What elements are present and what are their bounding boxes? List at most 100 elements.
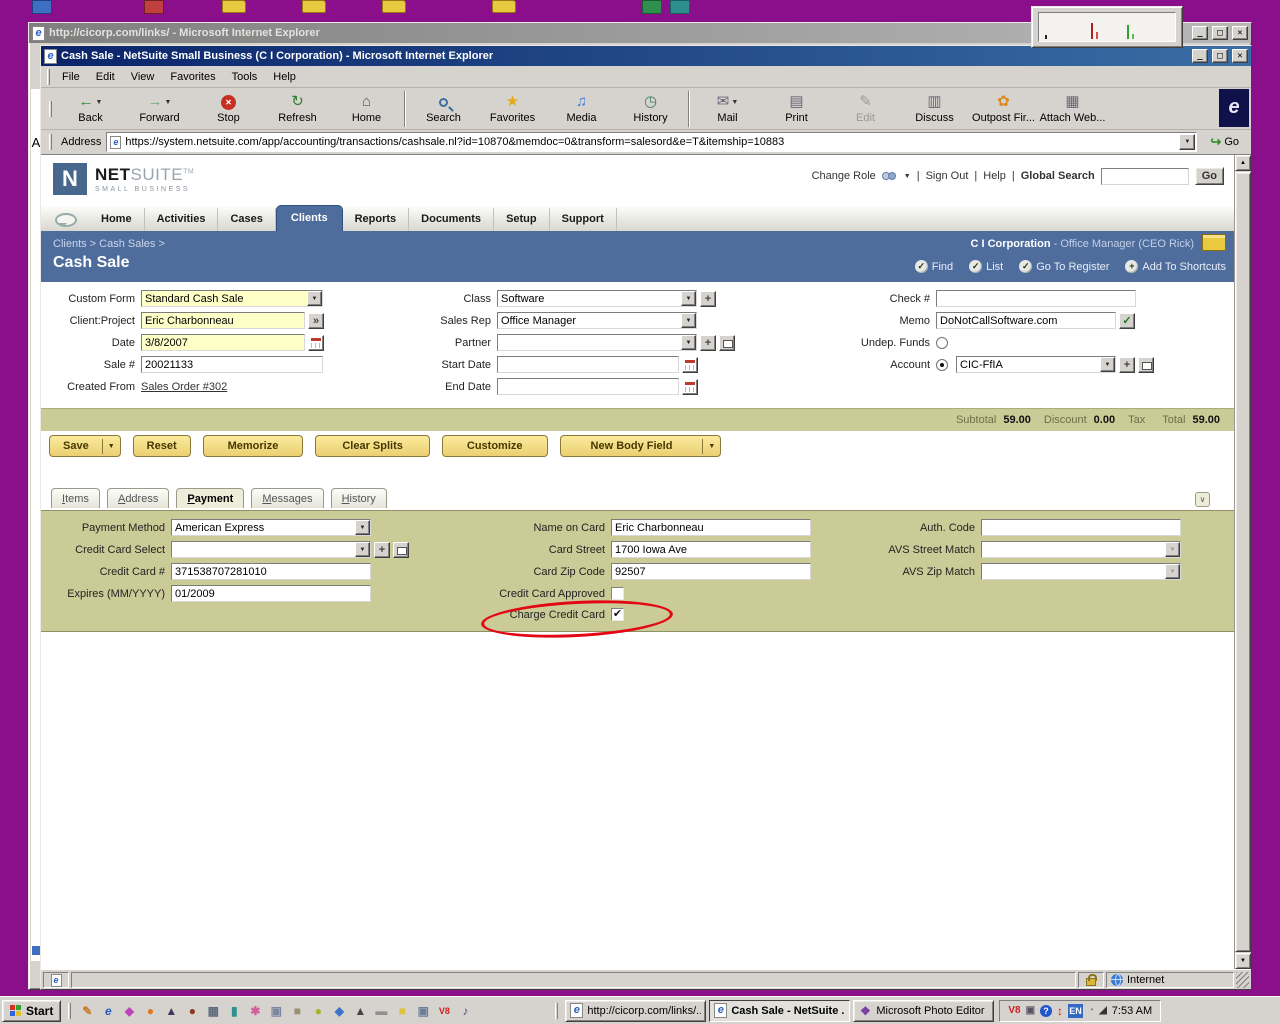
monitor-icon[interactable]: ▣ xyxy=(414,1002,432,1020)
auth-code-input[interactable] xyxy=(981,519,1181,536)
avs-street-match-select[interactable]: ▼ xyxy=(981,541,1181,558)
date-input[interactable] xyxy=(141,334,305,351)
desktop-app-icon[interactable] xyxy=(144,0,164,14)
partner-select[interactable]: ▼ xyxy=(497,334,697,351)
close-button[interactable]: ✕ xyxy=(1232,49,1248,63)
reset-button[interactable]: Reset xyxy=(133,435,191,457)
card-street-input[interactable] xyxy=(611,541,811,558)
credit-card-popup-icon[interactable] xyxy=(393,542,409,558)
help-link[interactable]: Help xyxy=(983,170,1006,182)
partner-add-icon[interactable]: + xyxy=(700,335,716,351)
desktop-document-icon[interactable] xyxy=(32,0,52,14)
find-link[interactable]: ✓Find xyxy=(915,260,953,273)
address-input[interactable]: e https://system.netsuite.com/app/accoun… xyxy=(106,132,1197,152)
memo-input[interactable] xyxy=(936,312,1116,329)
back-button[interactable]: ←▼ Back xyxy=(56,89,125,129)
antivirus-icon[interactable]: V8 xyxy=(435,1002,453,1020)
undep-funds-radio[interactable] xyxy=(936,337,948,349)
folder-icon[interactable]: ■ xyxy=(393,1002,411,1020)
desktop-folder-icon[interactable] xyxy=(492,0,516,13)
save-button[interactable]: Save ▼ xyxy=(49,435,121,457)
outer-maximize-button[interactable]: □ xyxy=(1212,26,1228,40)
language-indicator[interactable]: EN xyxy=(1068,1004,1083,1018)
desktop-folder-icon[interactable] xyxy=(382,0,406,13)
start-date-calendar-icon[interactable] xyxy=(682,357,698,373)
forward-dropdown-icon[interactable]: ▼ xyxy=(165,99,172,106)
check-number-input[interactable] xyxy=(936,290,1136,307)
name-on-card-input[interactable] xyxy=(611,519,811,536)
subtab-address[interactable]: Address xyxy=(107,488,169,508)
outer-close-button[interactable]: ✕ xyxy=(1232,26,1248,40)
menu-tools[interactable]: Tools xyxy=(224,68,266,86)
custom-form-dropdown-icon[interactable]: ▼ xyxy=(307,291,322,306)
minimize-button[interactable]: _ xyxy=(1192,49,1208,63)
end-date-calendar-icon[interactable] xyxy=(682,379,698,395)
start-date-input[interactable] xyxy=(497,356,679,373)
new-body-field-dropdown-icon[interactable]: ▼ xyxy=(702,439,720,454)
desktop-money-icon[interactable] xyxy=(642,0,662,14)
notes-icon[interactable]: ▮ xyxy=(225,1002,243,1020)
class-add-icon[interactable]: + xyxy=(700,291,716,307)
expires-input[interactable] xyxy=(171,585,371,602)
tab-home[interactable]: Home xyxy=(89,208,145,231)
date-calendar-icon[interactable] xyxy=(308,335,324,351)
vertical-scrollbar[interactable]: ▲ ▼ xyxy=(1234,155,1251,969)
tab-reports[interactable]: Reports xyxy=(343,208,410,231)
menu-edit[interactable]: Edit xyxy=(88,68,123,86)
desktop-folder-icon[interactable] xyxy=(222,0,246,13)
discuss-button[interactable]: ▥ Discuss xyxy=(900,89,969,129)
taskbar-task-cicorp[interactable]: e http://cicorp.com/links/... xyxy=(565,1000,706,1022)
card-zip-input[interactable] xyxy=(611,563,811,580)
avs-zip-match-select[interactable]: ▼ xyxy=(981,563,1181,580)
partner-popup-icon[interactable] xyxy=(719,335,735,351)
client-project-input[interactable] xyxy=(141,312,305,329)
new-body-field-button[interactable]: New Body Field ▼ xyxy=(560,435,722,457)
tab-documents[interactable]: Documents xyxy=(409,208,494,231)
mail-button[interactable]: ✉▼ Mail xyxy=(693,89,762,129)
flower-icon[interactable]: ✱ xyxy=(246,1002,264,1020)
credit-card-select[interactable]: ▼ xyxy=(171,541,371,558)
menu-grip[interactable] xyxy=(47,69,50,85)
help-tray-icon[interactable]: ? xyxy=(1040,1005,1052,1017)
histogram-palette[interactable] xyxy=(1031,6,1183,48)
global-search-input[interactable] xyxy=(1101,168,1189,185)
search-button[interactable]: Search xyxy=(409,89,478,129)
roles-dropdown-icon[interactable]: ▼ xyxy=(904,173,911,180)
antivirus-tray-icon[interactable]: V8 xyxy=(1008,1005,1020,1017)
history-button[interactable]: ◷ History xyxy=(616,89,685,129)
refresh-button[interactable]: ↻ Refresh xyxy=(263,89,332,129)
payment-method-dropdown-icon[interactable]: ▼ xyxy=(355,520,370,535)
address-grip[interactable] xyxy=(49,134,52,150)
start-button[interactable]: Start xyxy=(2,1000,61,1022)
volume-tray-icon[interactable]: ◢ xyxy=(1099,1005,1107,1017)
launcher-icon[interactable]: ▬ xyxy=(372,1002,390,1020)
payment-method-select[interactable]: American Express▼ xyxy=(171,519,371,536)
outer-minimize-button[interactable]: _ xyxy=(1192,26,1208,40)
customize-button[interactable]: Customize xyxy=(442,435,548,457)
credit-card-approved-checkbox[interactable] xyxy=(611,587,624,600)
network-tray-icon[interactable]: ▣ xyxy=(1026,1005,1035,1017)
roles-icon[interactable] xyxy=(882,170,898,182)
maximize-button[interactable]: □ xyxy=(1212,49,1228,63)
stop-button[interactable]: ✕ Stop xyxy=(194,89,263,129)
created-from-link[interactable]: Sales Order #302 xyxy=(141,381,227,393)
partner-dropdown-icon[interactable]: ▼ xyxy=(681,335,696,350)
account-radio[interactable] xyxy=(936,359,948,371)
breadcrumb[interactable]: Clients > Cash Sales > xyxy=(53,238,165,250)
account-popup-icon[interactable] xyxy=(1138,357,1154,373)
media-button[interactable]: ♫ Media xyxy=(547,89,616,129)
credit-card-add-icon[interactable]: + xyxy=(374,542,390,558)
back-dropdown-icon[interactable]: ▼ xyxy=(96,99,103,106)
subtab-payment[interactable]: Payment xyxy=(176,488,244,508)
list-link[interactable]: ✓List xyxy=(969,260,1003,273)
sale-number-input[interactable] xyxy=(141,356,323,373)
schedule-icon[interactable]: ● xyxy=(309,1002,327,1020)
account-add-icon[interactable]: + xyxy=(1119,357,1135,373)
sales-rep-select[interactable]: Office Manager▼ xyxy=(497,312,697,329)
tab-setup[interactable]: Setup xyxy=(494,208,550,231)
title-bar[interactable]: e Cash Sale - NetSuite Small Business (C… xyxy=(41,46,1251,66)
save-dropdown-icon[interactable]: ▼ xyxy=(102,439,120,454)
ie-icon[interactable]: e xyxy=(99,1002,117,1020)
envelope-icon[interactable] xyxy=(1202,234,1226,251)
my-computer-icon[interactable]: ▣ xyxy=(267,1002,285,1020)
